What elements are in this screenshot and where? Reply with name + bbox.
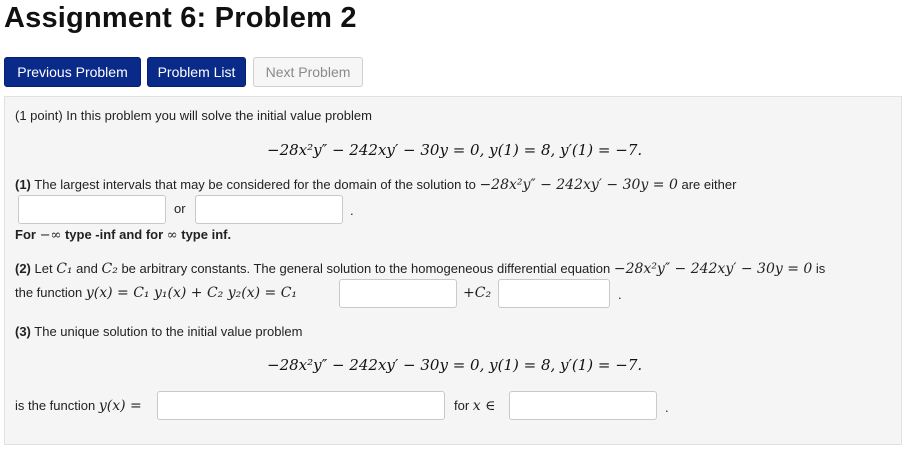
interval-2-input[interactable] [195,195,343,224]
part1-label: (1) [15,177,31,192]
part2-let: Let [34,261,53,276]
y2-input[interactable] [498,279,610,308]
period-2: . [618,287,622,302]
infinity-note-mid: type -inf and for [64,227,164,242]
part3-label: (3) [15,324,31,339]
part1-text: (1) The largest intervals that may be co… [15,177,736,193]
part2-equation: −28x²y″ − 242xy′ − 30y = 0 [613,261,813,277]
infinity-note-for: For [15,227,36,242]
solution-input[interactable] [157,391,445,420]
c1-symbol: C₁ [56,261,73,277]
part2-is: is [815,261,826,276]
part3-for-word: for [454,398,470,413]
or-label: or [174,201,186,216]
infinity-note-end: type inf. [181,227,232,242]
part1-tail: are either [681,177,737,192]
part2-and: and [76,261,98,276]
infinity-note: For −∞ type -inf and for ∞ type inf. [15,227,231,243]
problem-list-button[interactable]: Problem List [147,57,246,87]
period: . [350,203,354,218]
part2-line2: the function y(x) = C₁ y₁(x) + C₂ y₂(x) … [15,285,297,301]
domain-input[interactable] [509,391,657,420]
interval-1-input[interactable] [18,195,166,224]
part1-equation: −28x²y″ − 242xy′ − 30y = 0 [479,177,678,193]
part2-label: (2) [15,261,31,276]
part3-text: (3) The unique solution to the initial v… [15,324,302,339]
part2-text: (2) Let C₁ and C₂ be arbitrary constants… [15,261,825,277]
part3-sentence: The unique solution to the initial value… [34,324,303,339]
ivp-equation: −28x²y″ − 242xy′ − 30y = 0, y(1) = 8, y′… [267,141,643,159]
general-solution-formula: y(x) = C₁ y₁(x) + C₂ y₂(x) = C₁ [85,285,298,301]
page-title: Assignment 6: Problem 2 [4,2,357,34]
problem-intro: (1 point) In this problem you will solve… [15,108,372,123]
y1-input[interactable] [339,279,457,308]
previous-problem-button[interactable]: Previous Problem [4,57,141,87]
part3-yx: y(x) = [98,398,142,414]
part3-is-function: is the function y(x) = [15,398,142,414]
part2-sentence: be arbitrary constants. The general solu… [121,261,611,276]
part3-for: for x ∈ [454,398,496,414]
next-problem-button[interactable]: Next Problem [253,57,363,87]
part2-the-function: the function [15,285,83,300]
x-in-symbol: x ∈ [472,398,496,414]
infinity-symbol: ∞ [166,228,178,243]
neg-infinity-symbol: −∞ [39,228,62,243]
part3-the-function: is the function [15,398,96,413]
part1-sentence: The largest intervals that may be consid… [34,177,476,192]
plus-c2: +C₂ [463,285,492,301]
c2-symbol: C₂ [101,261,118,277]
period-3: . [665,400,669,415]
ivp-equation-2: −28x²y″ − 242xy′ − 30y = 0, y(1) = 8, y′… [267,356,643,374]
problem-panel: (1 point) In this problem you will solve… [4,96,902,445]
